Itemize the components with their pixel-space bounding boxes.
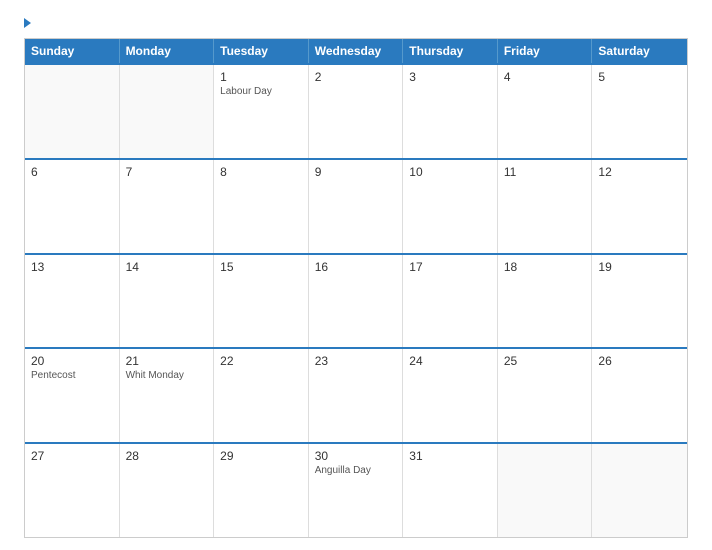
day-number: 26 [598,354,681,368]
week-row-1: 1 Labour Day 2345 [25,63,687,158]
logo-triangle-icon [24,18,31,28]
cal-cell: 5 [592,65,687,158]
day-number: 23 [315,354,397,368]
week-row-4: 20 Pentecost 21 Whit Monday 22 23 24 25 26 [25,347,687,442]
cal-cell: 25 [498,349,593,442]
cal-cell: 7 [120,160,215,253]
cal-cell: 4 [498,65,593,158]
day-number: 6 [31,165,113,179]
day-number: 8 [220,165,302,179]
cal-cell: 27 [25,444,120,537]
calendar-body: 1Labour Day23456789101112131415161718192… [25,63,687,537]
cal-cell: 19 [592,255,687,348]
day-number: 15 [220,260,302,274]
week-row-2: 6789 10 11 12 [25,158,687,253]
cal-cell [120,65,215,158]
cal-cell: 9 [309,160,404,253]
cal-cell: 2 [309,65,404,158]
col-header-friday: Friday [498,39,593,63]
holiday-label: Labour Day [220,86,302,97]
day-number: 10 [409,165,491,179]
day-number: 1 [220,70,302,84]
day-number: 7 [126,165,208,179]
cal-cell: 31 [403,444,498,537]
cal-cell: 16 [309,255,404,348]
day-number: 17 [409,260,491,274]
day-number: 30 [315,449,397,463]
day-number: 28 [126,449,208,463]
cal-cell: 12 [592,160,687,253]
cal-cell: 10 [403,160,498,253]
cal-cell: 18 [498,255,593,348]
day-number: 25 [504,354,586,368]
cal-cell: 11 [498,160,593,253]
day-number: 13 [31,260,113,274]
day-number: 20 [31,354,113,368]
cal-cell: 6 [25,160,120,253]
calendar-header-row: SundayMondayTuesdayWednesdayThursdayFrid… [25,39,687,63]
cal-cell: 8 [214,160,309,253]
cal-cell: 21 Whit Monday [120,349,215,442]
col-header-thursday: Thursday [403,39,498,63]
calendar-grid: SundayMondayTuesdayWednesdayThursdayFrid… [24,38,688,538]
cal-cell: 14 [120,255,215,348]
day-number: 27 [31,449,113,463]
col-header-tuesday: Tuesday [214,39,309,63]
cal-cell [592,444,687,537]
cal-cell: 13 [25,255,120,348]
cal-cell: 26 [592,349,687,442]
cal-cell: 30 Anguilla Day [309,444,404,537]
week-row-5: 27 28 29 30 Anguilla Day 31 [25,442,687,537]
day-number: 16 [315,260,397,274]
cal-cell: 15 [214,255,309,348]
cal-cell: 20 Pentecost [25,349,120,442]
cal-cell: 3 [403,65,498,158]
calendar-page: SundayMondayTuesdayWednesdayThursdayFrid… [0,0,712,550]
day-number: 18 [504,260,586,274]
holiday-label: Anguilla Day [315,465,397,476]
day-number: 31 [409,449,491,463]
day-number: 2 [315,70,397,84]
cal-cell: 29 [214,444,309,537]
day-number: 12 [598,165,681,179]
day-number: 11 [504,165,586,179]
day-number: 21 [126,354,208,368]
holiday-label: Whit Monday [126,370,208,381]
day-number: 9 [315,165,397,179]
day-number: 19 [598,260,681,274]
col-header-monday: Monday [120,39,215,63]
col-header-wednesday: Wednesday [309,39,404,63]
week-row-3: 13 14 15 16 17 18 19 [25,253,687,348]
cal-cell: 1 Labour Day [214,65,309,158]
col-header-saturday: Saturday [592,39,687,63]
col-header-sunday: Sunday [25,39,120,63]
cal-cell: 22 [214,349,309,442]
day-number: 29 [220,449,302,463]
page-header [24,18,688,28]
cal-cell: 28 [120,444,215,537]
logo-blue-text [24,18,33,28]
day-number: 24 [409,354,491,368]
day-number: 14 [126,260,208,274]
logo [24,18,33,28]
day-number: 5 [598,70,681,84]
cal-cell: 24 [403,349,498,442]
cal-cell [498,444,593,537]
cal-cell: 23 [309,349,404,442]
day-number: 3 [409,70,491,84]
cal-cell: 17 [403,255,498,348]
cal-cell [25,65,120,158]
holiday-label: Pentecost [31,370,113,381]
day-number: 22 [220,354,302,368]
day-number: 4 [504,70,586,84]
